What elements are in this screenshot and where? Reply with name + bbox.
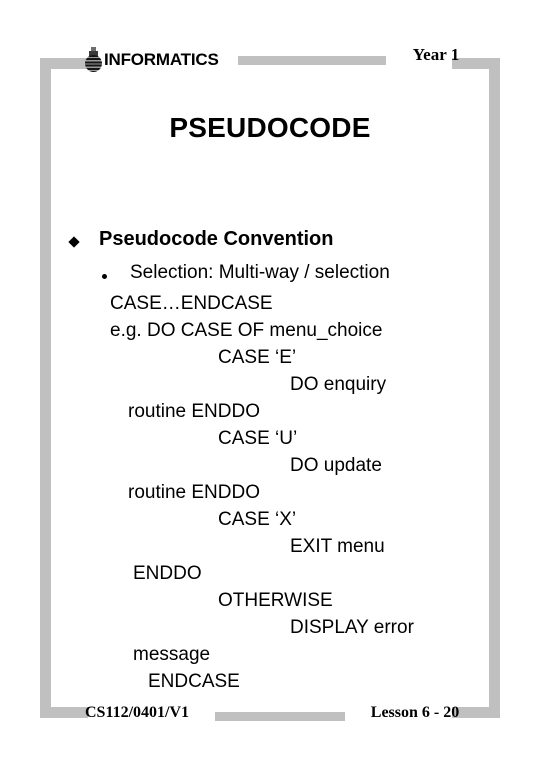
- code-line-text: message: [133, 644, 211, 665]
- code-line-text: DISPLAY error: [290, 617, 414, 638]
- footer-divider-bar: [215, 712, 345, 721]
- round-bullet-icon: [102, 274, 107, 279]
- logo-wordmark: INFORMATICS: [104, 49, 219, 69]
- bullet-level2-label: Selection: Multi-way / selection: [130, 262, 390, 283]
- diamond-bullet-icon: [68, 236, 80, 248]
- code-line-text: ENDDO: [133, 563, 202, 584]
- code-line: ENDCASE: [0, 671, 540, 698]
- code-line: DO update: [0, 455, 540, 482]
- code-line: CASE…ENDCASE: [0, 293, 540, 320]
- informatics-figure-icon: [85, 46, 102, 72]
- code-line-text: EXIT menu: [290, 536, 385, 557]
- code-line-text: routine ENDDO: [128, 401, 260, 422]
- code-line-text: ENDCASE: [148, 671, 240, 692]
- code-line: CASE ‘U’: [0, 428, 540, 455]
- code-line: routine ENDDO: [0, 482, 540, 509]
- code-line-text: OTHERWISE: [218, 590, 333, 611]
- code-line: DO enquiry: [0, 374, 540, 401]
- code-line: routine ENDDO: [0, 401, 540, 428]
- logo-body-shape: [85, 54, 102, 72]
- code-line: OTHERWISE: [0, 590, 540, 617]
- slide: INFORMATICS Year 1 PSEUDOCODE Pseudocode…: [0, 0, 540, 780]
- code-line: ENDDO: [0, 563, 540, 590]
- year-label: Year 1: [412, 45, 460, 64]
- code-line: CASE ‘X’: [0, 509, 540, 536]
- bullet-level1: Pseudocode Convention: [0, 228, 540, 262]
- header-divider-bar: [238, 56, 386, 65]
- slide-header: INFORMATICS Year 1: [40, 44, 500, 74]
- code-line: EXIT menu: [0, 536, 540, 563]
- slide-footer: CS112/0401/V1 Lesson 6 - 20: [40, 702, 500, 726]
- code-line: DISPLAY error: [0, 617, 540, 644]
- informatics-logo: INFORMATICS: [85, 46, 219, 72]
- code-line: message: [0, 644, 540, 671]
- code-line-text: CASE ‘E’: [218, 347, 297, 368]
- slide-body: Pseudocode Convention Selection: Multi-w…: [0, 228, 540, 698]
- code-line-text: CASE ‘X’: [218, 509, 297, 530]
- code-line-text: e.g. DO CASE OF menu_choice: [110, 320, 383, 341]
- page-title: PSEUDOCODE: [169, 112, 371, 143]
- code-line-text: routine ENDDO: [128, 482, 260, 503]
- code-line: e.g. DO CASE OF menu_choice: [0, 320, 540, 347]
- code-line-text: DO enquiry: [290, 374, 387, 395]
- bullet-level1-label: Pseudocode Convention: [99, 228, 334, 250]
- footer-lesson-label: Lesson 6 - 20: [370, 704, 460, 721]
- code-line: CASE ‘E’: [0, 347, 540, 374]
- code-line-text: CASE ‘U’: [218, 428, 298, 449]
- code-line-text: DO update: [290, 455, 382, 476]
- footer-course-code: CS112/0401/V1: [85, 704, 190, 721]
- bullet-level2: Selection: Multi-way / selection: [0, 262, 540, 293]
- code-line-text: CASE…ENDCASE: [110, 293, 273, 314]
